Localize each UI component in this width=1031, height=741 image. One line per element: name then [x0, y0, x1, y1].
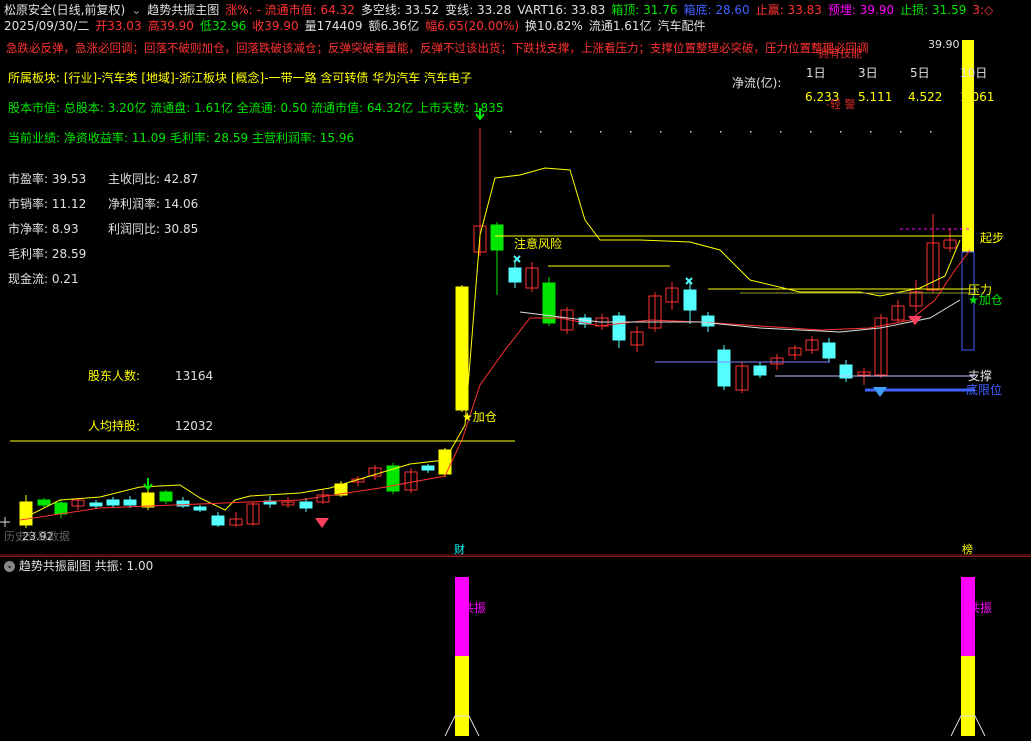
candle-body [490, 224, 504, 251]
subchart-header: ⌄ 趋势共振副图 共振: 1.00 [4, 559, 153, 573]
candle-body [54, 502, 68, 515]
dotted-ref [660, 131, 662, 133]
dotted-ref [810, 131, 812, 133]
ma-yellow-line [19, 167, 961, 521]
dotted-ref [540, 131, 542, 133]
holder-avg-value: 12032 [175, 419, 214, 433]
subchart-title: 趋势共振副图 [18, 559, 91, 573]
dotted-ref [780, 131, 782, 133]
chevron-down-icon[interactable]: ⌄ [4, 561, 15, 572]
resonance-label-2: 共振 [968, 601, 993, 615]
candle-body [106, 499, 120, 506]
jiacang-label-2: ★加仓 [968, 293, 1003, 307]
resonance-bar-bottom [455, 656, 469, 736]
candle-body [701, 315, 715, 327]
candle-body [299, 501, 313, 509]
dotted-ref [840, 131, 842, 133]
cross-icon [513, 255, 521, 263]
price-top-label: 39.90 [928, 38, 960, 51]
tag-cai[interactable]: 财 [454, 543, 465, 557]
ratio-cashflow: 现金流: 0.21 [8, 272, 79, 286]
ratio-gross: 毛利率: 28.59 [8, 247, 87, 261]
ratio-profit-yoy: 利润同比: 30.85 [108, 222, 199, 236]
netflow-header-3d: 3日 [858, 66, 878, 80]
candle-body [193, 506, 207, 511]
candle-body [753, 365, 767, 376]
netflow-note-mid: -轻 警 [826, 98, 856, 111]
candle-body [159, 491, 173, 502]
dotted-ref [570, 131, 572, 133]
candle-body [822, 342, 836, 359]
candle-body [123, 499, 137, 506]
ratio-pe: 市盈率: 39.53 [8, 172, 87, 186]
left-watermark: 历史交易数据 [4, 530, 70, 543]
cross-icon [685, 277, 693, 285]
dotted-ref [510, 131, 512, 133]
holder-count-label: 股东人数: [88, 369, 141, 383]
arrow-down-icon [143, 478, 153, 491]
crosshair-icon [0, 517, 10, 527]
candle-body [19, 501, 33, 526]
equity-info: 股本市值: 总股本: 3.20亿 流通盘: 1.61亿 全流通: 0.50 流通… [8, 101, 504, 115]
ma-red-line [19, 249, 971, 521]
holder-count-value: 13164 [175, 369, 214, 383]
qibu-label: 起步 [980, 231, 1005, 245]
pane-divider [0, 556, 1031, 557]
dotted-ref [720, 131, 722, 133]
candle-body [508, 267, 522, 283]
sector-info: 所属板块: [行业]-汽车类 [地域]-浙江板块 [概念]-一带一路 含可转债 … [8, 71, 473, 85]
attention-label: 注意风险 [514, 237, 563, 251]
candle-body [612, 315, 626, 341]
tag-bang[interactable]: 榜 [962, 543, 973, 557]
candle-body [683, 289, 697, 311]
dotted-ref [690, 131, 692, 133]
dotted-ref [630, 131, 632, 133]
candle-body [542, 282, 556, 324]
candle-body [37, 499, 51, 506]
resonance-bar-top [455, 577, 469, 656]
candle-body [211, 515, 225, 526]
ratio-net-margin: 净利润率: 14.06 [108, 197, 199, 211]
signal-bar-1 [457, 287, 467, 410]
netflow-header-1d: 1日 [806, 66, 826, 80]
dotted-ref [750, 131, 752, 133]
resonance-bar-bottom [961, 656, 975, 736]
ma-white-line [519, 299, 961, 333]
diamond-icon [873, 387, 887, 397]
candle-body [717, 349, 731, 387]
holder-avg-label: 人均持股: [88, 419, 141, 433]
candle-body [421, 465, 435, 471]
diamond-icon [315, 518, 329, 528]
warning-text: 急跌必反弹，急涨必回调；回落不破则加仓，回落跌破该减仓；反弹突破看量能，反弹不过… [6, 41, 869, 55]
netflow-note-top: 拥有技能 [818, 47, 862, 60]
netflow-value-5d: 4.522 [908, 90, 943, 104]
netflow-header-10d: 10日 [960, 66, 988, 80]
ratio-revenue-yoy: 主收同比: 42.87 [108, 172, 199, 186]
jiacang-label-1: ★加仓 [462, 410, 497, 424]
netflow-value-3d: 5.111 [858, 90, 893, 104]
candle-body [89, 502, 103, 507]
netflow-title: 净流(亿): [732, 76, 782, 90]
ratio-ps: 市销率: 11.12 [8, 197, 87, 211]
candle-body [141, 492, 155, 508]
netflow-header-5d: 5日 [910, 66, 930, 80]
netflow-value-10d: 1.061 [960, 90, 995, 104]
dotted-ref [900, 131, 902, 133]
resonance-label-1: 共振 [462, 601, 487, 615]
performance-info: 当前业绩: 净资收益率: 11.09 毛利率: 28.59 主营利润率: 15.… [8, 131, 355, 145]
dotted-ref [930, 131, 932, 133]
candle-body [386, 465, 400, 492]
dotted-ref [600, 131, 602, 133]
zhicheng-label: 支撑 [968, 369, 993, 383]
subchart-value: 共振: 1.00 [94, 559, 154, 573]
resonance-bar-top [961, 577, 975, 656]
ratio-pb: 市净率: 8.93 [8, 222, 79, 236]
dotted-ref [870, 131, 872, 133]
dixian-label: 底限位 [966, 383, 1003, 397]
